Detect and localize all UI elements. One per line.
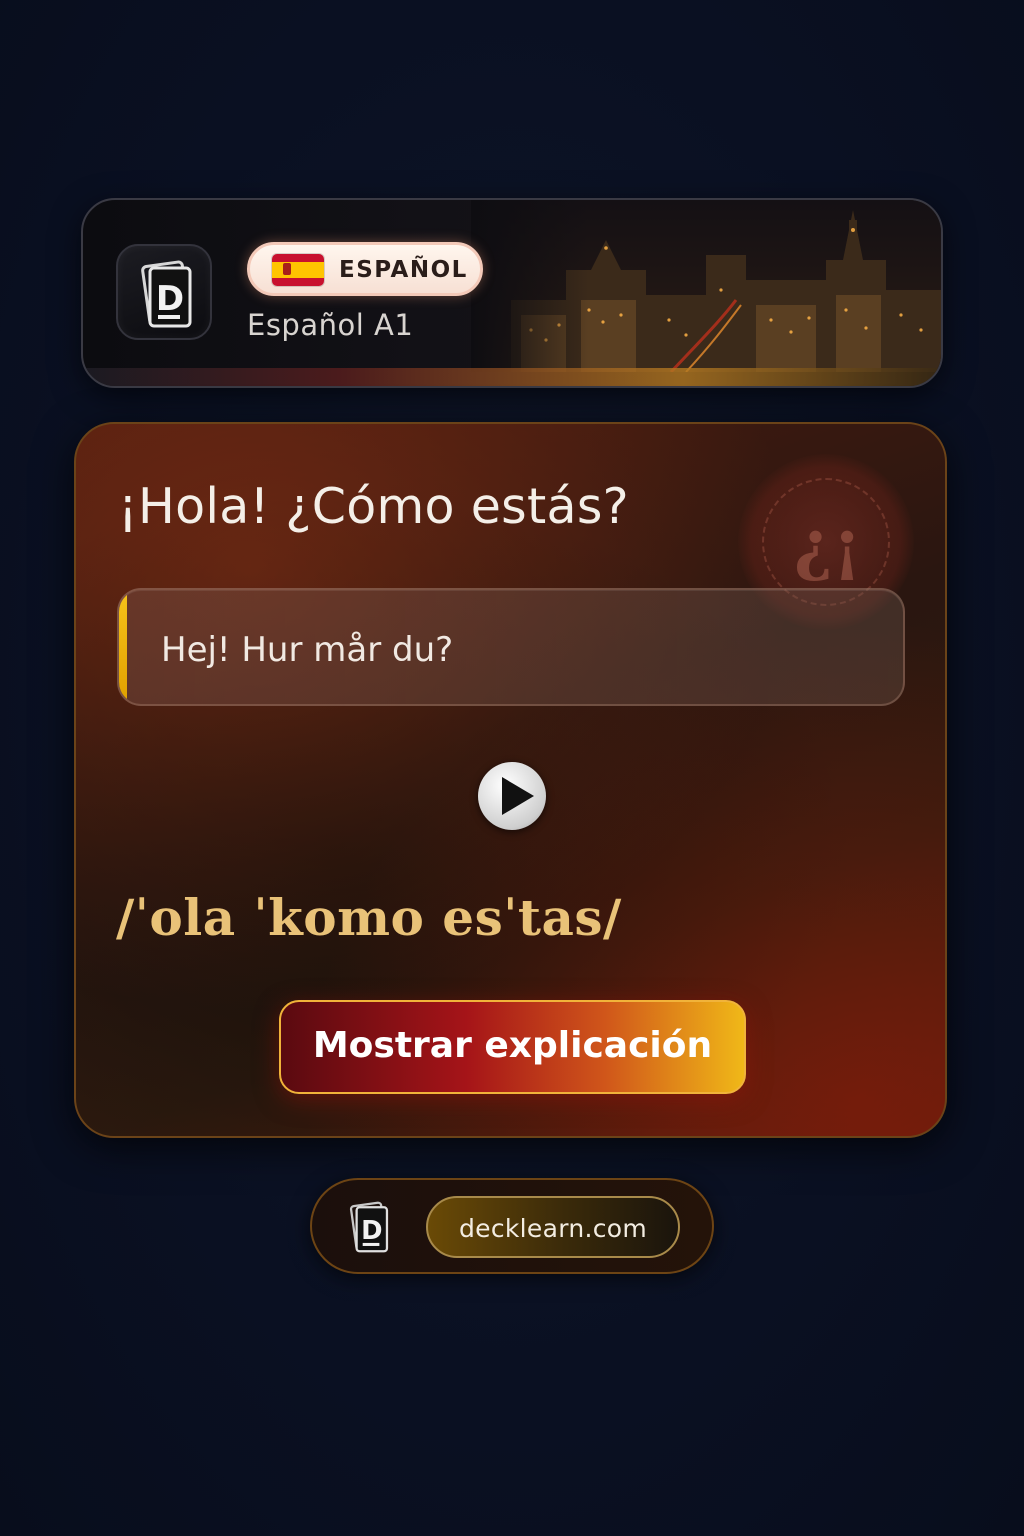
pronunciation-text: /ˈola ˈkomo esˈtas/ [116, 888, 622, 947]
translation-box: Hej! Hur mår du? [117, 588, 905, 706]
language-badge: ESPAÑOL [247, 242, 483, 296]
language-label: ESPAÑOL [339, 257, 468, 283]
deck-logo-icon: D [349, 1201, 389, 1253]
flashcard: ¿¡ ¡Hola! ¿Cómo estás? Hej! Hur mår du? … [74, 422, 947, 1138]
city-skyline-banner [471, 200, 941, 372]
deck-header-card: D ESPAÑOL Español A1 [81, 198, 943, 388]
website-label: decklearn.com [458, 1214, 648, 1243]
app-logo: D [116, 244, 212, 340]
play-icon [502, 777, 534, 815]
deck-name: Español A1 [247, 308, 414, 342]
svg-text:D: D [361, 1216, 382, 1246]
footer-brand: D decklearn.com [310, 1178, 714, 1274]
show-explanation-button[interactable]: Mostrar explicación [279, 1000, 746, 1094]
svg-text:D: D [156, 279, 184, 319]
show-explanation-label: Mostrar explicación [312, 1025, 713, 1066]
translation-accent-bar [119, 590, 127, 704]
phrase-text: ¡Hola! ¿Cómo estás? [118, 478, 629, 535]
website-link[interactable]: decklearn.com [426, 1196, 680, 1258]
spain-flag-icon [272, 254, 324, 286]
play-audio-button[interactable] [478, 762, 546, 830]
page: D ESPAÑOL Español A1 ¿¡ ¡Hola! ¿Cómo est… [0, 0, 1024, 1536]
translation-text: Hej! Hur mår du? [161, 630, 454, 670]
deck-logo-icon: D [141, 260, 192, 328]
header-accent-bar [83, 368, 941, 386]
